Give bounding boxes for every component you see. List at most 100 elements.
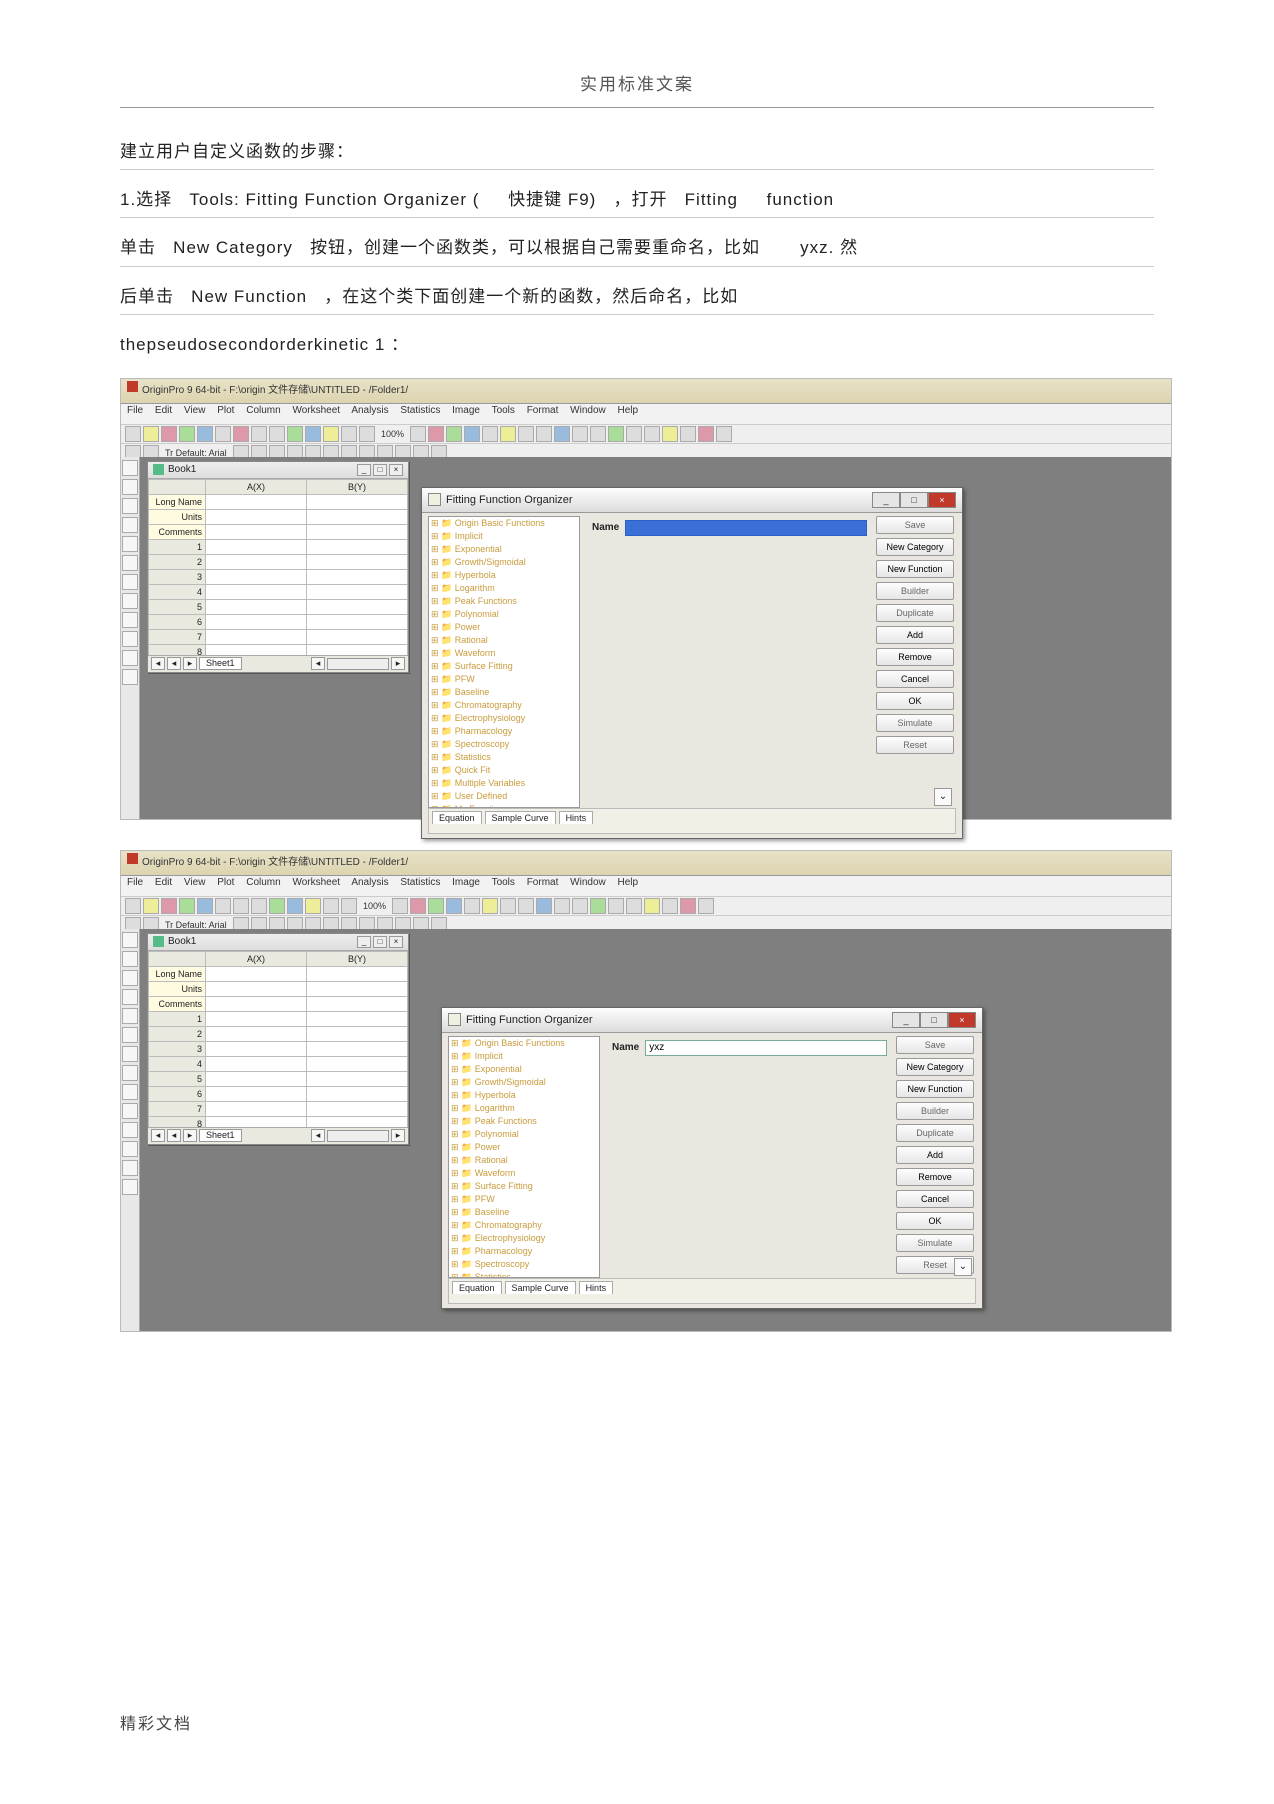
dialog-tab-bar[interactable]: Equation Sample Curve Hints [448, 1278, 976, 1304]
tool-icon[interactable] [464, 426, 480, 442]
menu-column[interactable]: Column [246, 405, 280, 416]
tree-item[interactable]: Waveform [449, 1167, 599, 1180]
tool-icon[interactable] [500, 898, 516, 914]
max-icon[interactable]: □ [900, 492, 928, 508]
tab-equation[interactable]: Equation [432, 811, 482, 824]
menu-format[interactable]: Format [527, 405, 559, 416]
tree-item[interactable]: Origin Basic Functions [429, 517, 579, 530]
tree-item[interactable]: Logarithm [449, 1102, 599, 1115]
tree-item[interactable]: PFW [429, 673, 579, 686]
menu-view[interactable]: View [184, 877, 206, 888]
left-tool-icon[interactable] [122, 1008, 138, 1024]
row-num[interactable]: 4 [149, 584, 206, 599]
tree-item[interactable]: Power [429, 621, 579, 634]
tool-icon[interactable] [305, 426, 321, 442]
left-tool-icon[interactable] [122, 460, 138, 476]
menu-tools[interactable]: Tools [492, 405, 515, 416]
left-tool-icon[interactable] [122, 593, 138, 609]
menu-format[interactable]: Format [527, 877, 559, 888]
tree-item[interactable]: Chromatography [429, 699, 579, 712]
left-tool-icon[interactable] [122, 1160, 138, 1176]
expand-toggle-icon[interactable]: ⌄ [934, 788, 952, 806]
tab-nav-first-icon[interactable]: ◂ [151, 1129, 165, 1142]
min-icon[interactable]: _ [357, 936, 371, 948]
left-tool-icon[interactable] [122, 574, 138, 590]
tool-icon[interactable] [323, 898, 339, 914]
tree-item[interactable]: Statistics [449, 1271, 599, 1278]
row-num[interactable]: 1 [149, 539, 206, 554]
tool-icon[interactable] [269, 898, 285, 914]
worksheet-grid[interactable]: A(X)B(Y) Long Name Units Comments 1 2 3 … [148, 951, 408, 1127]
tool-icon[interactable] [662, 426, 678, 442]
tree-item[interactable]: Hyperbola [449, 1089, 599, 1102]
new-category-button[interactable]: New Category [876, 538, 954, 556]
row-num[interactable]: 5 [149, 599, 206, 614]
row-units[interactable]: Units [149, 509, 206, 524]
tree-item[interactable]: Power [449, 1141, 599, 1154]
builder-button[interactable]: Builder [896, 1102, 974, 1120]
add-button[interactable]: Add [896, 1146, 974, 1164]
menu-edit[interactable]: Edit [155, 405, 172, 416]
tool-icon[interactable] [590, 898, 606, 914]
dialog-tab-bar[interactable]: Equation Sample Curve Hints [428, 808, 956, 834]
tab-hints[interactable]: Hints [579, 1281, 614, 1294]
tree-item[interactable]: Surface Fitting [429, 660, 579, 673]
tool-icon[interactable] [626, 898, 642, 914]
tool-icon[interactable] [287, 426, 303, 442]
menu-statistics[interactable]: Statistics [400, 405, 440, 416]
left-tool-icon[interactable] [122, 479, 138, 495]
left-tool-icon[interactable] [122, 612, 138, 628]
max-icon[interactable]: □ [373, 936, 387, 948]
book-titlebar[interactable]: Book1 _ □ × [148, 462, 408, 479]
tool-icon[interactable] [323, 426, 339, 442]
name-input[interactable] [625, 520, 867, 536]
tool-icon[interactable] [287, 898, 303, 914]
new-function-button[interactable]: New Function [876, 560, 954, 578]
tool-icon[interactable] [644, 426, 660, 442]
row-num[interactable]: 8 [149, 644, 206, 655]
menu-bar[interactable]: File Edit View Plot Column Worksheet Ana… [121, 876, 1171, 897]
duplicate-button[interactable]: Duplicate [876, 604, 954, 622]
tool-icon[interactable] [359, 426, 375, 442]
tab-nav-first-icon[interactable]: ◂ [151, 657, 165, 670]
menu-file[interactable]: File [127, 405, 143, 416]
tool-icon[interactable] [590, 426, 606, 442]
menu-tools[interactable]: Tools [492, 877, 515, 888]
tool-icon[interactable] [341, 426, 357, 442]
menu-bar[interactable]: File Edit View Plot Column Worksheet Ana… [121, 404, 1171, 425]
left-tool-icon[interactable] [122, 970, 138, 986]
tree-item[interactable]: Hyperbola [429, 569, 579, 582]
new-category-button[interactable]: New Category [896, 1058, 974, 1076]
left-tool-icon[interactable] [122, 1065, 138, 1081]
col-corner[interactable] [149, 479, 206, 494]
row-num[interactable]: 7 [149, 1101, 206, 1116]
left-tool-icon[interactable] [122, 498, 138, 514]
min-icon[interactable]: _ [872, 492, 900, 508]
toolbar-1[interactable]: 100% [121, 897, 1171, 916]
book-window[interactable]: Book1 _ □ × A(X)B(Y) Long Name Units [147, 933, 409, 1145]
tree-item[interactable]: Polynomial [449, 1128, 599, 1141]
tool-icon[interactable] [215, 898, 231, 914]
left-tool-icon[interactable] [122, 1103, 138, 1119]
tree-item[interactable]: Implicit [429, 530, 579, 543]
category-tree[interactable]: Origin Basic FunctionsImplicitExponentia… [448, 1036, 600, 1278]
hscroll-right-icon[interactable]: ▸ [391, 657, 405, 670]
tree-item[interactable]: User Defined [429, 790, 579, 803]
tool-icon[interactable] [716, 426, 732, 442]
tool-icon[interactable] [536, 898, 552, 914]
book-window[interactable]: Book1 _ □ × A(X)B(Y) Long Name Units Com… [147, 461, 409, 673]
tool-icon[interactable] [341, 898, 357, 914]
menu-help[interactable]: Help [618, 877, 639, 888]
tree-item[interactable]: Electrophysiology [449, 1232, 599, 1245]
tool-icon[interactable] [626, 426, 642, 442]
tool-icon[interactable] [500, 426, 516, 442]
tool-icon[interactable] [161, 426, 177, 442]
hscroll-track[interactable] [327, 1130, 389, 1142]
tree-item[interactable]: Statistics [429, 751, 579, 764]
menu-worksheet[interactable]: Worksheet [292, 405, 340, 416]
tool-icon[interactable] [554, 898, 570, 914]
tree-item[interactable]: PFW [449, 1193, 599, 1206]
tool-icon[interactable] [572, 426, 588, 442]
sheet-tabs[interactable]: ◂ ◂ ▸ Sheet1 ◂ ▸ [148, 655, 408, 672]
max-icon[interactable]: □ [373, 464, 387, 476]
